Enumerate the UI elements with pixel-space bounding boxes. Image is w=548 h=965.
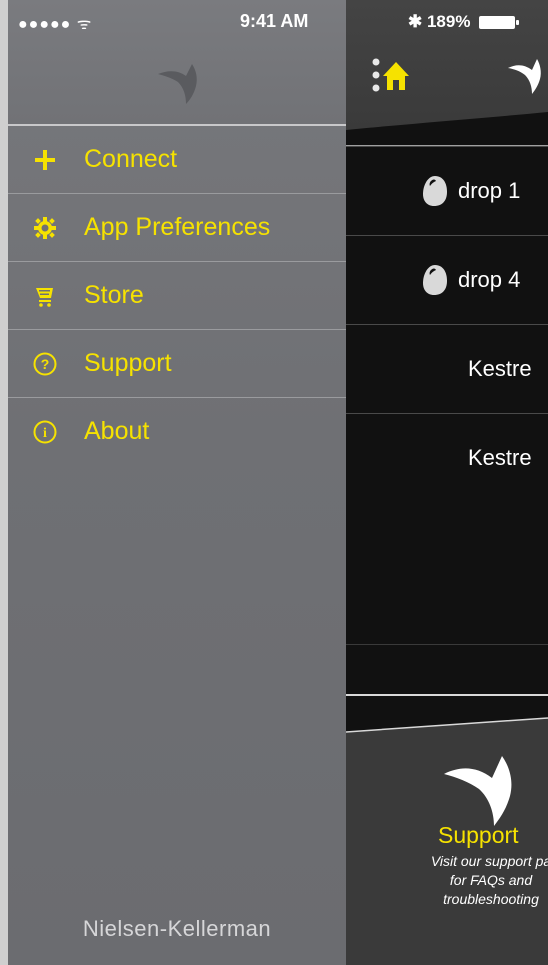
info-icon: i xyxy=(32,419,58,445)
side-drawer: ●●●●● ᯤ 9:41 AM Connect App Preferences … xyxy=(8,0,346,965)
support-description: Visit our support pa for FAQs and troubl… xyxy=(386,852,548,909)
signal-wifi-indicator: ●●●●● ᯤ xyxy=(18,16,93,33)
drop-icon xyxy=(423,176,447,206)
bird-logo-icon xyxy=(444,756,512,826)
menu-item-support[interactable]: ? Support xyxy=(8,330,346,398)
bird-logo-icon xyxy=(508,59,541,94)
device-list: drop 1 drop 4 Kestre Kestre xyxy=(346,146,548,645)
device-name: Kestre xyxy=(468,445,532,470)
support-text-line: for FAQs and xyxy=(449,872,533,888)
cart-icon xyxy=(32,283,58,309)
device-name: Kestre xyxy=(468,356,532,381)
support-wave xyxy=(346,694,548,733)
menu-label-connect: Connect xyxy=(84,145,178,173)
gear-icon xyxy=(32,215,58,241)
drop-icon xyxy=(423,265,447,295)
main-header: ✱ 189% xyxy=(346,0,548,150)
svg-text:?: ? xyxy=(41,356,50,372)
menu-label-support: Support xyxy=(84,349,172,377)
support-title: Support xyxy=(438,822,519,848)
battery-icon xyxy=(479,16,520,30)
menu-item-connect[interactable]: Connect xyxy=(8,126,346,194)
support-text-line: Visit our support pa xyxy=(430,853,548,869)
device-row[interactable]: Kestre xyxy=(346,413,548,502)
home-menu-button[interactable] xyxy=(372,56,412,94)
status-time: 9:41 AM xyxy=(240,11,309,31)
menu-item-app-preferences[interactable]: App Preferences xyxy=(8,194,346,262)
support-text-line: troubleshooting xyxy=(443,891,539,907)
svg-text:i: i xyxy=(43,426,47,441)
app-screen: ●●●●● ᯤ 9:41 AM Connect App Preferences … xyxy=(0,0,548,965)
question-icon: ? xyxy=(32,351,58,377)
main-panel: ✱ 189% drop 1 drop 4 Kestre Kestre Suppo… xyxy=(346,0,548,965)
plus-icon xyxy=(32,147,58,173)
bird-logo-icon xyxy=(158,64,197,104)
menu-item-store[interactable]: Store xyxy=(8,262,346,330)
company-name: Nielsen-Kellerman xyxy=(82,916,272,941)
bluetooth-battery-indicator: ✱ 189% xyxy=(408,12,520,32)
drawer-menu: Connect App Preferences Store ? Support … xyxy=(8,126,346,465)
bluetooth-battery-text: ✱ 189% xyxy=(408,12,471,31)
list-divider xyxy=(346,644,548,645)
menu-label-about: About xyxy=(84,417,150,445)
device-name: drop 4 xyxy=(458,267,521,292)
support-panel[interactable]: Support Visit our support pa for FAQs an… xyxy=(346,694,548,965)
device-row[interactable]: drop 4 xyxy=(346,235,548,324)
menu-label-app-preferences: App Preferences xyxy=(84,213,271,241)
menu-label-store: Store xyxy=(84,281,144,309)
menu-item-about[interactable]: i About xyxy=(8,398,346,465)
device-row[interactable]: drop 1 xyxy=(346,146,548,235)
drawer-header: ●●●●● ᯤ 9:41 AM xyxy=(8,0,346,124)
header-wave xyxy=(346,112,548,150)
device-name: drop 1 xyxy=(458,178,521,203)
device-row[interactable]: Kestre xyxy=(346,324,548,413)
